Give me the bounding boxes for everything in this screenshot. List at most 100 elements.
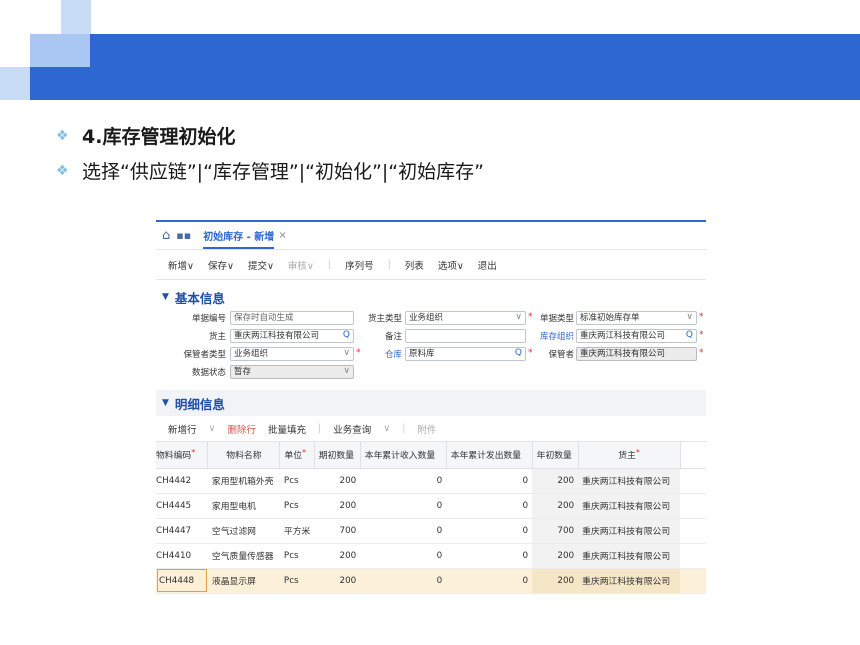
cell-out[interactable]: 0	[446, 468, 533, 494]
cell-in[interactable]: 0	[360, 468, 447, 494]
batch-fill-button[interactable]: 批量填充	[268, 422, 306, 436]
cell-opening[interactable]: 200	[314, 543, 361, 569]
cell-unit[interactable]: Pcs	[279, 568, 315, 594]
table-row[interactable]: CH4442 家用型机箱外壳 Pcs 200 0 0 200 重庆两江科技有限公…	[156, 468, 706, 494]
cell-owner: 重庆两江科技有限公司	[578, 468, 681, 494]
cell-opening[interactable]: 200	[314, 493, 361, 519]
chevron-down-icon: ∨	[686, 312, 693, 322]
new-button[interactable]: 新增∨	[168, 258, 194, 272]
owner-type-select[interactable]: 业务组织 ∨	[405, 311, 526, 325]
apps-grid-icon[interactable]: ▪▪	[176, 229, 191, 242]
cell-unit[interactable]: Pcs	[279, 468, 315, 494]
cell-name[interactable]: 家用型机箱外壳	[207, 468, 280, 494]
save-button[interactable]: 保存∨	[208, 258, 234, 272]
cell-code[interactable]: CH4442	[156, 468, 208, 494]
list-button[interactable]: 列表	[405, 258, 424, 272]
cell-name[interactable]: 空气质量传感器	[207, 543, 280, 569]
col-header-owner[interactable]: 货主*	[578, 442, 681, 469]
cell-out[interactable]: 0	[446, 518, 533, 544]
required-mark: *	[699, 312, 704, 322]
add-row-button[interactable]: 新增行	[168, 422, 197, 436]
keeper-field[interactable]: 重庆两江科技有限公司	[576, 347, 697, 361]
delete-row-button[interactable]: 删除行	[227, 422, 256, 436]
close-icon[interactable]: ×	[278, 230, 286, 241]
cell-code[interactable]: CH4448	[156, 568, 208, 594]
warehouse-label[interactable]: 仓库	[352, 348, 402, 360]
cell-name[interactable]: 液晶显示屏	[207, 568, 280, 594]
col-header-unit[interactable]: 单位*	[279, 442, 315, 469]
required-mark: *	[635, 448, 640, 458]
submit-button[interactable]: 提交∨	[248, 258, 274, 272]
cell-unit[interactable]: Pcs	[279, 493, 315, 519]
col-header-out[interactable]: 本年累计发出数量	[446, 442, 533, 469]
cell-owner: 重庆两江科技有限公司	[578, 568, 681, 594]
options-button[interactable]: 选项∨	[438, 258, 464, 272]
col-header-in[interactable]: 本年累计收入数量	[360, 442, 447, 469]
keeper-type-select[interactable]: 业务组织 ∨	[230, 347, 354, 361]
col-header-code[interactable]: 物料编码*	[156, 442, 209, 469]
table-row-selected[interactable]: CH4448 液晶显示屏 Pcs 200 0 0 200 重庆两江科技有限公司	[156, 568, 706, 594]
cell-in[interactable]: 0	[360, 493, 447, 519]
audit-button[interactable]: 审核∨	[288, 258, 314, 272]
required-mark: *	[302, 448, 306, 458]
home-icon[interactable]: ⌂	[162, 228, 170, 243]
status-select[interactable]: 暂存 ∨	[230, 365, 354, 379]
cell-code[interactable]: CH4445	[156, 493, 208, 519]
col-header-year-begin[interactable]: 年初数量	[532, 442, 579, 469]
cell-name[interactable]: 家用型电机	[207, 493, 280, 519]
search-icon[interactable]: Q	[343, 330, 350, 341]
cell-name[interactable]: 空气过滤网	[207, 518, 280, 544]
cell-in[interactable]: 0	[360, 518, 447, 544]
col-header-label: 本年累计发出数量	[450, 451, 522, 462]
slide-instruction: 选择“供应链”|“库存管理”|“初始化”|“初始库存”	[82, 161, 484, 183]
cell-opening[interactable]: 700	[314, 518, 361, 544]
detail-info-header[interactable]: ▼ 明细信息	[156, 390, 706, 416]
cell-code[interactable]: CH4410	[156, 543, 208, 569]
chevron-down-icon: ∨	[343, 366, 350, 376]
cell-code[interactable]: CH4447	[156, 518, 208, 544]
table-row[interactable]: CH4447 空气过滤网 平方米 700 0 0 700 重庆两江科技有限公司	[156, 518, 706, 544]
toolbar-divider: |	[327, 259, 332, 270]
table-row[interactable]: CH4410 空气质量传感器 Pcs 200 0 0 200 重庆两江科技有限公…	[156, 543, 706, 569]
cell-in[interactable]: 0	[360, 568, 447, 594]
col-header-name[interactable]: 物料名称	[207, 442, 281, 469]
exit-button[interactable]: 退出	[478, 258, 497, 272]
remark-field[interactable]	[405, 329, 526, 343]
chevron-down-icon[interactable]: ∨	[209, 423, 216, 434]
table-row[interactable]: CH4445 家用型电机 Pcs 200 0 0 200 重庆两江科技有限公司	[156, 493, 706, 519]
basic-info-header[interactable]: ▼ 基本信息	[156, 286, 706, 308]
stock-org-label[interactable]: 库存组织	[532, 330, 574, 342]
cell-out[interactable]: 0	[446, 568, 533, 594]
cell-out[interactable]: 0	[446, 543, 533, 569]
attachment-button[interactable]: 附件	[417, 422, 436, 436]
stock-org-value: 重庆两江科技有限公司	[580, 331, 666, 341]
col-header-opening[interactable]: 期初数量	[314, 442, 361, 469]
search-icon[interactable]: Q	[686, 330, 693, 341]
cell-in[interactable]: 0	[360, 543, 447, 569]
toolbar-divider: |	[318, 423, 322, 434]
decor-square	[0, 67, 30, 100]
remark-label: 备注	[384, 332, 402, 342]
col-header-label: 期初数量	[318, 451, 354, 462]
cell-year-begin: 700	[532, 518, 579, 544]
warehouse-value: 原料库	[409, 349, 435, 359]
keeper-type-value: 业务组织	[234, 349, 269, 359]
decor-square	[61, 0, 91, 34]
cell-opening[interactable]: 200	[314, 568, 361, 594]
cell-unit[interactable]: Pcs	[279, 543, 315, 569]
detail-table: 物料编码* 物料名称 单位* 期初数量 本年累计收入数量 本年累计发出数量 年初…	[156, 442, 706, 594]
cell-unit[interactable]: 平方米	[279, 518, 315, 544]
owner-field[interactable]: 重庆两江科技有限公司 Q	[230, 329, 354, 343]
doc-type-select[interactable]: 标准初始库存单 ∨	[576, 311, 697, 325]
doc-no-field[interactable]: 保存时自动生成	[230, 311, 354, 325]
cell-out[interactable]: 0	[446, 493, 533, 519]
search-icon[interactable]: Q	[515, 348, 522, 359]
tab-initial-stock[interactable]: 初始库存 - 新增	[203, 223, 275, 249]
warehouse-field[interactable]: 原料库 Q	[405, 347, 526, 361]
serial-button[interactable]: 序列号	[345, 258, 374, 272]
stock-org-field[interactable]: 重庆两江科技有限公司 Q	[576, 329, 697, 343]
cell-opening[interactable]: 200	[314, 468, 361, 494]
chevron-down-icon[interactable]: ∨	[383, 423, 390, 434]
business-query-button[interactable]: 业务查询	[333, 422, 371, 436]
col-header-label: 单位	[284, 451, 302, 462]
